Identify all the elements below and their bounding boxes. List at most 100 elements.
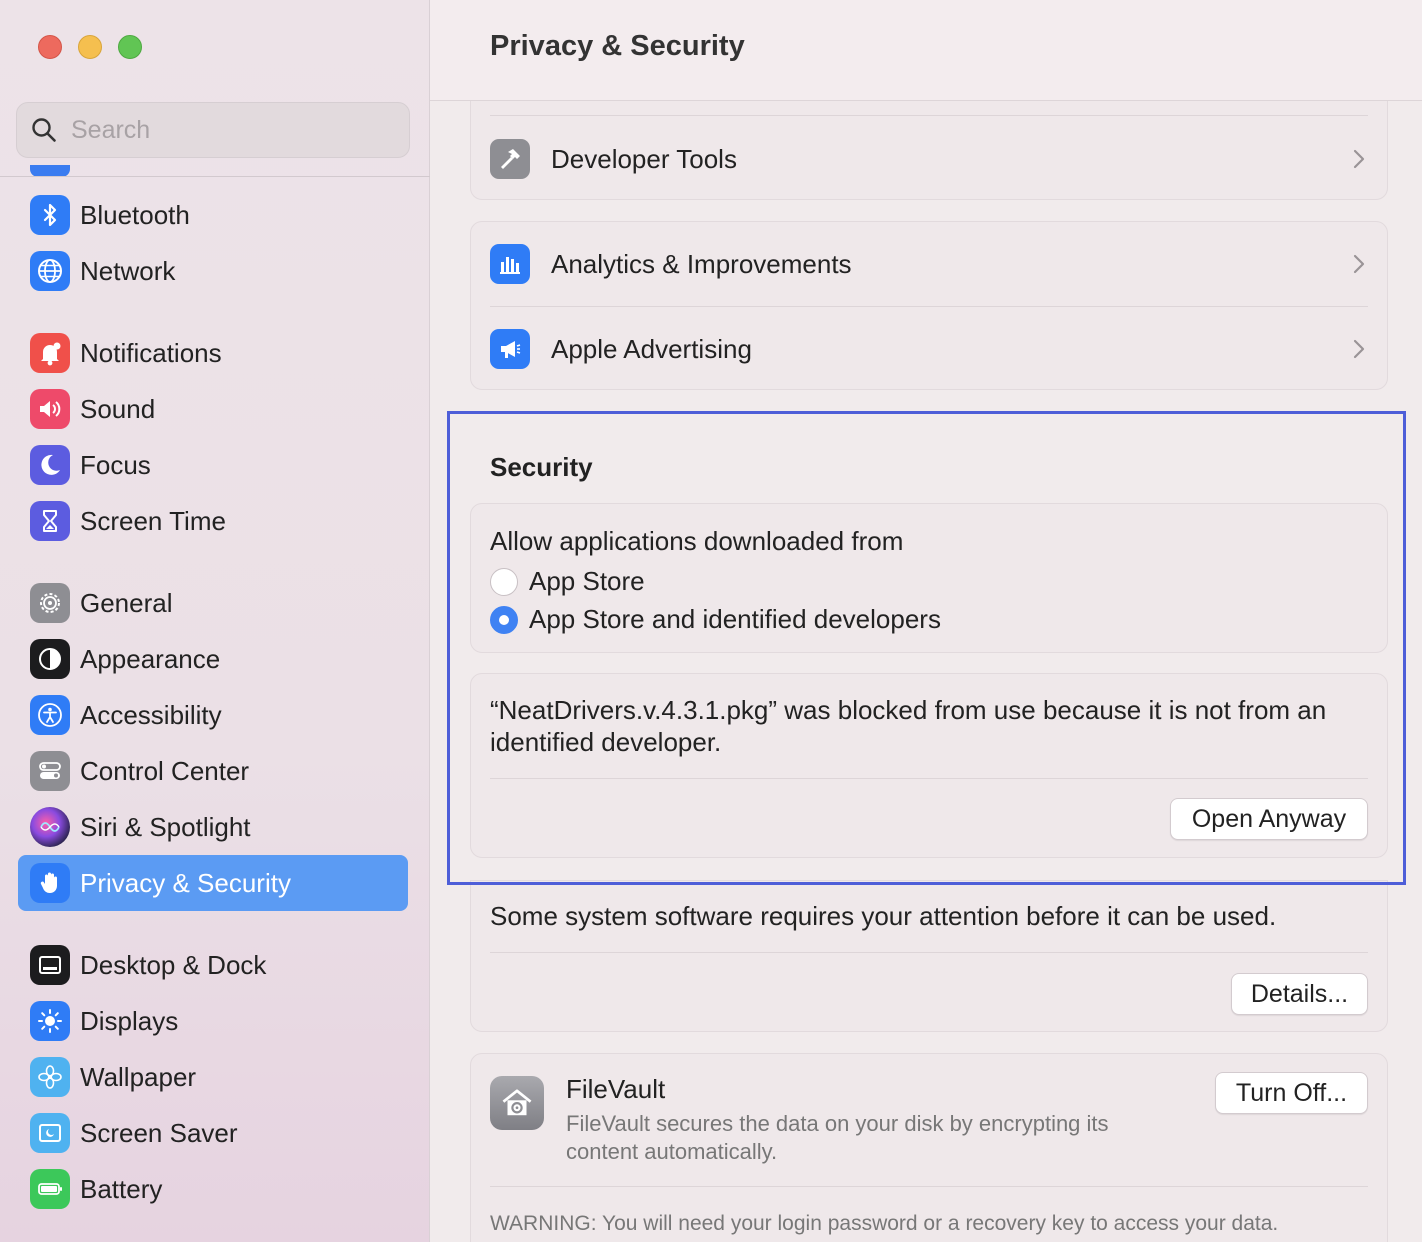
system-software-message: Some system software requires your atten… bbox=[490, 901, 1277, 931]
sidebar-item-label: Siri & Spotlight bbox=[80, 811, 251, 842]
sidebar-item-wallpaper[interactable]: Wallpaper bbox=[18, 1049, 408, 1105]
sidebar-item-label: Focus bbox=[80, 449, 151, 480]
sidebar-item-label: Screen Saver bbox=[80, 1117, 238, 1148]
filevault-card: FileVault FileVault secures the data on … bbox=[470, 1053, 1388, 1242]
dock-icon bbox=[30, 945, 70, 985]
sidebar-item-focus[interactable]: Focus bbox=[18, 437, 408, 493]
apple-advertising-row[interactable]: Apple Advertising bbox=[471, 307, 1387, 391]
chevron-right-icon bbox=[1353, 254, 1365, 274]
turn-off-filevault-button[interactable]: Turn Off... bbox=[1215, 1072, 1368, 1114]
main-pane: Privacy & Security Developer Tools Analy… bbox=[430, 0, 1422, 1242]
toggles-icon bbox=[30, 751, 70, 791]
battery-icon bbox=[30, 1169, 70, 1209]
moon-icon bbox=[30, 445, 70, 485]
sun-icon bbox=[30, 1001, 70, 1041]
bell-icon bbox=[30, 333, 70, 373]
sidebar-item-displays[interactable]: Displays bbox=[18, 993, 408, 1049]
sidebar-item-screen-time[interactable]: Screen Time bbox=[18, 493, 408, 549]
hourglass-icon bbox=[30, 501, 70, 541]
sidebar-divider bbox=[0, 176, 430, 177]
system-software-card: Some system software requires your atten… bbox=[470, 880, 1388, 1032]
radio-app-store[interactable]: App Store bbox=[490, 566, 645, 597]
allow-apps-label: Allow applications downloaded from bbox=[490, 526, 904, 556]
sidebar-item-label: Bluetooth bbox=[80, 199, 190, 230]
accessibility-icon bbox=[30, 695, 70, 735]
sidebar-item-privacy-security[interactable]: Privacy & Security bbox=[18, 855, 408, 911]
sidebar-item-label: Desktop & Dock bbox=[80, 949, 267, 980]
filevault-icon bbox=[490, 1076, 544, 1130]
title-bar: Privacy & Security bbox=[430, 0, 1422, 101]
sidebar-item-notifications[interactable]: Notifications bbox=[18, 325, 408, 381]
bar-chart-icon bbox=[490, 244, 530, 284]
blocked-app-card: “NeatDrivers.v.4.3.1.pkg” was blocked fr… bbox=[470, 673, 1388, 858]
analytics-improvements-label: Analytics & Improvements bbox=[551, 248, 852, 279]
row-divider bbox=[490, 778, 1368, 779]
developer-tools-row[interactable]: Developer Tools bbox=[471, 117, 1387, 201]
sidebar-item-label: Notifications bbox=[80, 337, 222, 368]
filevault-warning: WARNING: You will need your login passwo… bbox=[490, 1212, 1279, 1235]
sidebar-item-label: Network bbox=[80, 255, 176, 286]
blocked-app-message: “NeatDrivers.v.4.3.1.pkg” was blocked fr… bbox=[490, 695, 1327, 757]
sidebar-item-label: Displays bbox=[80, 1005, 179, 1036]
sidebar-item-control-center[interactable]: Control Center bbox=[18, 743, 408, 799]
sidebar-item-label: General bbox=[80, 587, 173, 618]
flower-icon bbox=[30, 1057, 70, 1097]
globe-icon bbox=[30, 251, 70, 291]
speaker-icon bbox=[30, 389, 70, 429]
row-divider bbox=[490, 115, 1368, 116]
minimize-window-button[interactable] bbox=[78, 35, 102, 59]
analytics-advertising-card: Analytics & Improvements Apple Advertisi… bbox=[470, 221, 1388, 390]
gear-icon bbox=[30, 583, 70, 623]
sidebar-item-label: Screen Time bbox=[80, 505, 226, 536]
radio-label: App Store and identified developers bbox=[529, 604, 941, 634]
close-window-button[interactable] bbox=[38, 35, 62, 59]
analytics-improvements-row[interactable]: Analytics & Improvements bbox=[471, 222, 1387, 306]
row-divider bbox=[490, 1186, 1368, 1187]
sidebar-item-network[interactable]: Network bbox=[18, 243, 408, 299]
radio-label: App Store bbox=[529, 566, 645, 596]
screensaver-icon bbox=[30, 1113, 70, 1153]
sidebar-item-label: Control Center bbox=[80, 755, 250, 786]
search-input[interactable] bbox=[71, 115, 371, 145]
page-title: Privacy & Security bbox=[490, 30, 745, 62]
sidebar-item-label: Battery bbox=[80, 1173, 163, 1204]
appearance-icon bbox=[30, 639, 70, 679]
apple-advertising-label: Apple Advertising bbox=[551, 333, 752, 364]
sidebar-item-siri-spotlight[interactable]: Siri & Spotlight bbox=[18, 799, 408, 855]
sidebar-item-accessibility[interactable]: Accessibility bbox=[18, 687, 408, 743]
sidebar-item-label: Accessibility bbox=[80, 699, 222, 730]
sidebar-item-label: Appearance bbox=[80, 643, 221, 674]
allow-apps-card: Allow applications downloaded from App S… bbox=[470, 503, 1388, 653]
siri-icon bbox=[30, 807, 70, 847]
system-settings-window: Bluetooth Network Notifications Sound bbox=[0, 0, 1422, 1242]
details-button[interactable]: Details... bbox=[1231, 973, 1368, 1015]
search-field[interactable] bbox=[16, 102, 410, 158]
sidebar-item-label: Wallpaper bbox=[80, 1061, 197, 1092]
search-icon bbox=[32, 118, 56, 142]
open-anyway-button[interactable]: Open Anyway bbox=[1170, 798, 1368, 840]
filevault-description: FileVault secures the data on your disk … bbox=[566, 1111, 1109, 1164]
developer-tools-label: Developer Tools bbox=[551, 143, 737, 174]
sidebar-item-screen-saver[interactable]: Screen Saver bbox=[18, 1105, 408, 1161]
security-section-title: Security bbox=[490, 452, 593, 482]
developer-tools-card: Developer Tools bbox=[470, 101, 1388, 200]
radio-button-selected[interactable] bbox=[490, 605, 518, 634]
radio-app-store-identified-developers[interactable]: App Store and identified developers bbox=[490, 604, 941, 635]
sidebar-item-desktop-dock[interactable]: Desktop & Dock bbox=[18, 937, 408, 993]
sidebar-item-appearance[interactable]: Appearance bbox=[18, 631, 408, 687]
zoom-window-button[interactable] bbox=[118, 35, 142, 59]
hand-icon bbox=[30, 863, 70, 903]
sidebar-item-sound[interactable]: Sound bbox=[18, 381, 408, 437]
sidebar-item-label: Privacy & Security bbox=[80, 867, 291, 898]
window-controls bbox=[38, 35, 142, 59]
sidebar-item-bluetooth[interactable]: Bluetooth bbox=[18, 187, 408, 243]
chevron-right-icon bbox=[1353, 149, 1365, 169]
sidebar-item-battery[interactable]: Battery bbox=[18, 1161, 408, 1217]
hammer-icon bbox=[490, 139, 530, 179]
radio-button[interactable] bbox=[490, 567, 518, 596]
bluetooth-icon bbox=[30, 195, 70, 235]
sidebar-item-general[interactable]: General bbox=[18, 575, 408, 631]
chevron-right-icon bbox=[1353, 339, 1365, 359]
sidebar-item-label: Sound bbox=[80, 393, 156, 424]
filevault-title: FileVault bbox=[566, 1074, 666, 1104]
